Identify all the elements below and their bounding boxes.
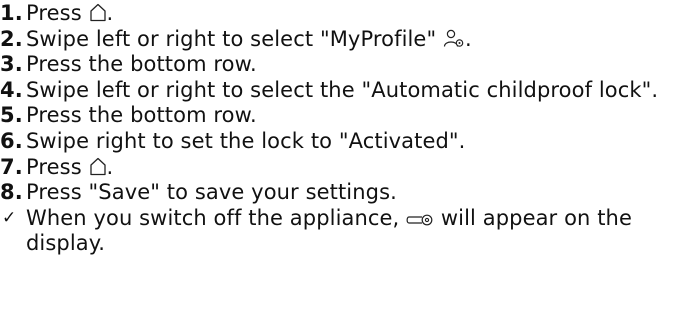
step-number: 4. (0, 77, 23, 102)
step-number: 8. (0, 180, 23, 205)
home-icon (89, 2, 107, 22)
step-number: 3. (0, 52, 23, 77)
result-note: ✓ When you switch off the appliance, will… (0, 206, 696, 257)
step-number: 1. (0, 1, 23, 25)
step-8: 8. Press "Save" to save your settings. (0, 180, 696, 206)
step-text: Press the bottom row. (26, 103, 257, 128)
step-text: Swipe left or right to select the "Autom… (26, 77, 659, 102)
step-text: Press the bottom row. (26, 52, 257, 77)
step-text: Swipe left or right to select "MyProfile… (26, 26, 443, 51)
step-1: 1. Press . (0, 1, 696, 27)
step-number: 5. (0, 103, 23, 128)
childproof-lock-key-icon (406, 213, 434, 227)
step-text: Swipe right to set the lock to "Activate… (26, 128, 466, 153)
step-number: 7. (0, 154, 23, 179)
step-4: 4. Swipe left or right to select the "Aut… (0, 78, 696, 104)
step-text: Press (26, 154, 89, 179)
step-number: 6. (0, 128, 23, 153)
step-3: 3. Press the bottom row. (0, 52, 696, 78)
instruction-steps: 1. Press . 2. Swipe left or right to selec… (0, 1, 696, 257)
result-text: When you switch off the appliance, (26, 205, 407, 230)
step-text-end: . (106, 1, 114, 25)
step-text-end: . (465, 26, 472, 51)
step-text: Press (26, 1, 89, 25)
step-number: 2. (0, 26, 23, 51)
home-icon (89, 156, 107, 176)
step-text-end: . (106, 154, 114, 179)
step-5: 5. Press the bottom row. (0, 103, 696, 129)
step-text: Press "Save" to save your settings. (26, 180, 397, 205)
check-icon: ✓ (2, 207, 17, 228)
step-6: 6. Swipe right to set the lock to "Activa… (0, 129, 696, 155)
step-2: 2. Swipe left or right to select "MyProfi… (0, 27, 696, 53)
step-7: 7. Press . (0, 155, 696, 181)
profile-settings-icon (443, 28, 465, 48)
